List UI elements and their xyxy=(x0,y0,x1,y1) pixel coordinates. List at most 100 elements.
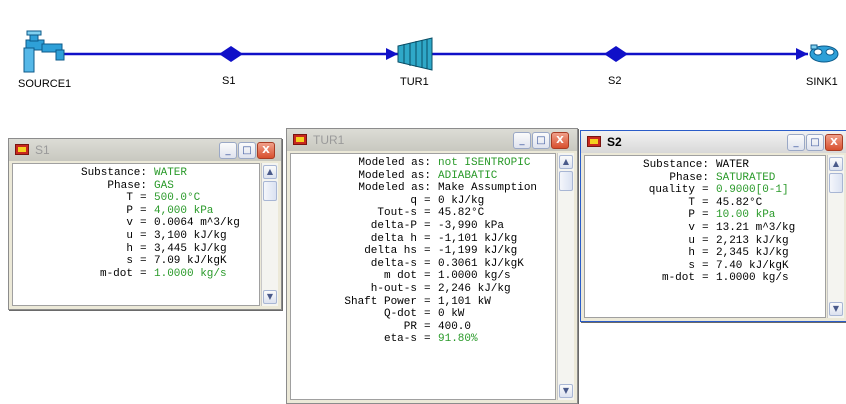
property-value: 0.9000[0-1] xyxy=(716,184,789,197)
property-label: Modeled as: xyxy=(358,182,431,195)
property-value: 0 kW xyxy=(438,308,465,321)
equals-sign: = xyxy=(702,259,709,272)
property-label: delta h xyxy=(370,232,417,245)
property-label: h xyxy=(126,242,133,255)
scroll-thumb[interactable] xyxy=(559,171,573,191)
equals-sign: = xyxy=(702,196,709,209)
property-label: Shaft Power xyxy=(344,295,417,308)
scroll-thumb[interactable] xyxy=(263,181,277,201)
property-label: Substance: xyxy=(642,159,709,171)
tur1-properties-panel: Modeled as: not ISENTROPIC Modeled as: ADIA… xyxy=(290,153,556,400)
s2-titlebar[interactable]: S2 _ □ X xyxy=(581,131,846,153)
s1-state-window[interactable]: S1 _ □ X Substance: WATER Phase: GAS T = 500.0… xyxy=(8,138,282,310)
maximize-button[interactable]: □ xyxy=(806,134,824,151)
property-value: 0.3061 kJ/kgK xyxy=(438,257,524,270)
property-value: 1.0000 kg/s xyxy=(438,270,511,283)
property-value: GAS xyxy=(154,179,174,192)
node-label-sink1: SINK1 xyxy=(806,76,838,88)
property-value: 1,101 kW xyxy=(438,295,491,308)
node-label-tur1: TUR1 xyxy=(400,76,429,88)
property-label: PR xyxy=(403,320,417,333)
property-value: 1.0000 kg/s xyxy=(716,272,789,285)
scroll-up-arrow-icon[interactable]: ▲ xyxy=(829,157,843,171)
property-label: v xyxy=(126,217,133,230)
property-value: 91.80% xyxy=(438,333,478,346)
maximize-button[interactable]: □ xyxy=(532,132,550,149)
property-label: h xyxy=(688,247,695,260)
node-label-s1: S1 xyxy=(222,75,236,87)
s1-vertical-scrollbar[interactable]: ▲ ▼ xyxy=(261,163,278,306)
property-label: m-dot xyxy=(661,272,695,285)
property-label: Substance: xyxy=(80,167,147,179)
property-value: -1,199 kJ/kg xyxy=(438,245,518,258)
scroll-down-arrow-icon[interactable]: ▼ xyxy=(559,384,573,398)
equals-sign: = xyxy=(140,217,147,230)
window-app-icon xyxy=(293,134,307,145)
equals-sign: = xyxy=(424,245,431,258)
close-button[interactable]: X xyxy=(551,132,569,149)
sink-icon[interactable] xyxy=(809,44,839,63)
s1-titlebar[interactable]: S1 _ □ X xyxy=(9,139,281,161)
equals-sign: = xyxy=(702,209,709,222)
minimize-button[interactable]: _ xyxy=(219,142,237,159)
tur1-vertical-scrollbar[interactable]: ▲ ▼ xyxy=(557,153,574,400)
close-button[interactable]: X xyxy=(825,134,843,151)
property-value: 13.21 m^3/kg xyxy=(716,222,796,234)
property-value: Make Assumption xyxy=(438,182,538,195)
tur1-device-window[interactable]: TUR1 _ □ X Modeled as: not ISENTROPIC Mode… xyxy=(286,128,578,404)
property-value: 4,000 kPa xyxy=(154,204,214,217)
property-value: 1.0000 kg/s xyxy=(154,267,227,280)
scroll-down-arrow-icon[interactable]: ▼ xyxy=(829,302,843,316)
equals-sign: = xyxy=(424,308,431,321)
window-app-icon xyxy=(15,144,29,155)
property-value: 0 kJ/kg xyxy=(438,194,485,207)
minimize-button[interactable]: _ xyxy=(513,132,531,149)
property-label: s xyxy=(126,255,133,268)
property-label: v xyxy=(688,222,695,234)
tur1-window-title: TUR1 xyxy=(313,133,345,147)
scroll-thumb[interactable] xyxy=(829,173,843,193)
property-label: delta-s xyxy=(370,257,417,270)
property-value: 45.82°C xyxy=(438,207,485,220)
property-value: 2,345 kJ/kg xyxy=(716,247,789,260)
property-value: 7.09 kJ/kgK xyxy=(154,255,227,268)
stream-node-icon[interactable] xyxy=(219,46,243,62)
tur1-titlebar[interactable]: TUR1 _ □ X xyxy=(287,129,577,151)
stream-node-icon[interactable] xyxy=(604,46,628,62)
equals-sign: = xyxy=(140,242,147,255)
scroll-up-arrow-icon[interactable]: ▲ xyxy=(263,165,277,179)
property-value: 3,445 kJ/kg xyxy=(154,242,227,255)
property-label: s xyxy=(688,259,695,272)
equals-sign: = xyxy=(702,222,709,234)
property-label: u xyxy=(126,230,133,242)
s2-state-window[interactable]: S2 _ □ X Substance: WATER Phase: SATURATED q… xyxy=(580,130,846,322)
property-label: eta-s xyxy=(383,333,417,346)
property-value: 2,213 kJ/kg xyxy=(716,234,789,247)
property-value: 45.82°C xyxy=(716,196,763,209)
equals-sign: = xyxy=(140,267,147,280)
equals-sign: = xyxy=(702,272,709,285)
scroll-up-arrow-icon[interactable]: ▲ xyxy=(559,155,573,169)
property-value: 400.0 xyxy=(438,320,472,333)
close-button[interactable]: X xyxy=(257,142,275,159)
s1-properties-panel: Substance: WATER Phase: GAS T = 500.0°C P = 4,000… xyxy=(12,163,260,306)
equals-sign: = xyxy=(424,220,431,232)
property-value: ADIABATIC xyxy=(438,169,498,182)
equals-sign: = xyxy=(424,333,431,346)
equals-sign: = xyxy=(424,270,431,283)
scroll-down-arrow-icon[interactable]: ▼ xyxy=(263,290,277,304)
property-label: h-out-s xyxy=(370,283,417,295)
property-value: 7.40 kJ/kgK xyxy=(716,259,789,272)
property-label: quality xyxy=(648,184,695,197)
minimize-button[interactable]: _ xyxy=(787,134,805,151)
equals-sign: = xyxy=(424,257,431,270)
faucet-icon[interactable] xyxy=(23,30,65,73)
property-label: Phase: xyxy=(669,171,709,184)
equals-sign: = xyxy=(424,295,431,308)
property-label: m-dot xyxy=(99,267,133,280)
property-label: delta-P xyxy=(370,220,417,232)
maximize-button[interactable]: □ xyxy=(238,142,256,159)
s2-vertical-scrollbar[interactable]: ▲ ▼ xyxy=(827,155,844,318)
equals-sign: = xyxy=(702,234,709,247)
turbine-icon[interactable] xyxy=(397,37,433,71)
